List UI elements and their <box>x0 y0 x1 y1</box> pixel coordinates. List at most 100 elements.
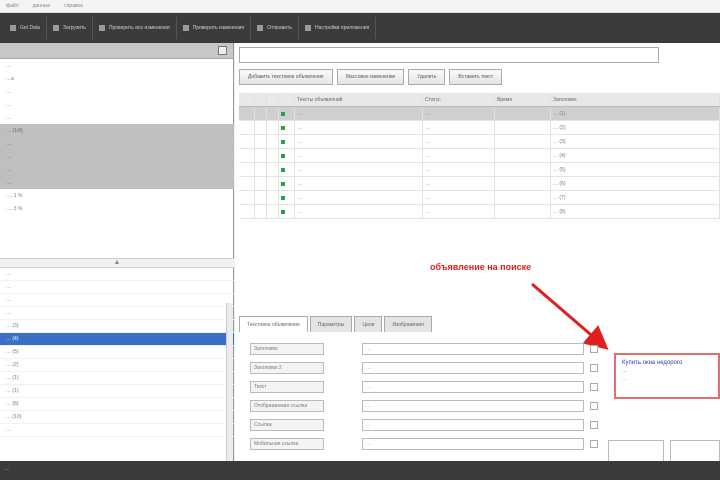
form-checkbox[interactable] <box>590 402 598 410</box>
grid-column-header[interactable] <box>267 93 279 106</box>
form-input[interactable]: … <box>362 419 584 431</box>
form-checkbox[interactable] <box>590 345 598 353</box>
grid-column-header[interactable]: Время <box>495 93 551 106</box>
ad-status-cell: … <box>423 135 495 148</box>
tab-item[interactable]: Изображения <box>384 316 432 332</box>
form-input[interactable]: … <box>362 400 584 412</box>
campaign-item[interactable]: … <box>0 281 234 294</box>
menu-item[interactable]: справка <box>64 3 83 9</box>
row-cell <box>239 107 255 120</box>
campaign-item[interactable]: … <box>0 424 234 437</box>
tree-item[interactable]: … <box>0 163 234 176</box>
grid-column-header[interactable]: Статус <box>423 93 495 106</box>
tree-item[interactable]: …a <box>0 72 234 85</box>
ad-time-cell <box>495 121 551 134</box>
grid-column-header[interactable]: Тексты объявлений <box>295 93 423 106</box>
status-cell <box>279 177 295 190</box>
form-input[interactable]: … <box>362 362 584 374</box>
tree-item[interactable]: … <box>0 176 234 189</box>
form-checkbox[interactable] <box>590 364 598 372</box>
tab-item[interactable]: Цели <box>354 316 383 332</box>
scrollbar[interactable] <box>226 303 233 461</box>
action-button[interactable]: Удалить <box>408 69 446 85</box>
row-cell <box>267 107 279 120</box>
status-dot-icon <box>281 209 285 214</box>
tab-item[interactable]: Параметры <box>309 316 353 332</box>
row-cell <box>267 149 279 162</box>
tree-item[interactable]: … <box>0 59 234 72</box>
form-input[interactable]: … <box>362 438 584 450</box>
toolbar-button[interactable]: Настройки приложения <box>299 17 377 39</box>
tree-item[interactable]: … <box>0 111 234 124</box>
tab-item[interactable]: Текстовое объявление <box>239 316 308 332</box>
campaign-item[interactable]: … <box>0 268 234 281</box>
form-input[interactable]: … <box>362 343 584 355</box>
tree-item[interactable]: … (1/4) <box>0 124 234 137</box>
toolbar-button[interactable]: Get Data <box>4 17 48 39</box>
toolbar-button[interactable]: Проверить все изменения <box>93 17 177 39</box>
form-checkbox[interactable] <box>590 440 598 448</box>
menu-item[interactable]: файл <box>6 3 19 9</box>
campaign-item[interactable]: … (4) <box>0 333 234 346</box>
tree-item[interactable]: …, 1 % <box>0 189 234 202</box>
action-button[interactable]: Массовое изменение <box>336 69 405 85</box>
grid-column-header[interactable]: Заголовок <box>551 93 720 106</box>
action-button[interactable]: Добавить текстовое объявление <box>239 69 333 85</box>
status-dot-icon <box>281 167 285 172</box>
table-row[interactable]: …… … (2) <box>239 121 720 135</box>
form-row: Отображаемая ссылка… <box>240 397 602 415</box>
row-cell <box>255 149 267 162</box>
close-icon[interactable] <box>218 46 227 55</box>
ad-name-cell: … <box>295 149 423 162</box>
row-cell <box>239 149 255 162</box>
form-label: Текст <box>250 381 324 393</box>
row-cell <box>255 191 267 204</box>
toolbar-icon <box>10 25 16 31</box>
campaign-item[interactable]: … (8) <box>0 398 234 411</box>
campaign-item[interactable]: … <box>0 307 234 320</box>
tree-item[interactable]: … <box>0 98 234 111</box>
table-row[interactable]: …… … (8) <box>239 205 720 219</box>
table-row[interactable]: …… … (5) <box>239 163 720 177</box>
action-button[interactable]: Вставить текст <box>449 69 503 85</box>
tree-item[interactable]: … <box>0 150 234 163</box>
mini-panel-right <box>670 440 720 462</box>
campaign-item[interactable]: … (1) <box>0 372 234 385</box>
form-input[interactable]: … <box>362 381 584 393</box>
panel-splitter[interactable]: ▲ <box>0 258 234 268</box>
ad-name-cell: … <box>295 177 423 190</box>
campaign-item[interactable]: … (3) <box>0 320 234 333</box>
toolbar-button[interactable]: Отправить <box>251 17 299 39</box>
form-checkbox[interactable] <box>590 421 598 429</box>
menu-item[interactable]: данные <box>33 3 51 9</box>
campaign-item[interactable]: … (5) <box>0 346 234 359</box>
campaign-item[interactable]: … <box>0 294 234 307</box>
table-row[interactable]: …… … (7) <box>239 191 720 205</box>
ad-name-cell: … <box>295 163 423 176</box>
tree-item[interactable]: …, 3 % <box>0 202 234 215</box>
table-row[interactable]: …… … (4) <box>239 149 720 163</box>
table-row[interactable]: …… … (1) <box>239 107 720 121</box>
form-checkbox[interactable] <box>590 383 598 391</box>
grid-column-header[interactable] <box>255 93 267 106</box>
status-cell <box>279 107 295 120</box>
toolbar-button[interactable]: Проверить изменения <box>177 17 252 39</box>
campaign-item[interactable]: … (10) <box>0 411 234 424</box>
tree-item[interactable]: … <box>0 85 234 98</box>
preview-text: … <box>622 376 627 382</box>
form-label: Ссылка <box>250 419 324 431</box>
tree-item[interactable]: … <box>0 137 234 150</box>
grid-column-header[interactable] <box>239 93 255 106</box>
table-row[interactable]: …… … (3) <box>239 135 720 149</box>
table-row[interactable]: …… … (6) <box>239 177 720 191</box>
ad-status-cell: … <box>423 107 495 120</box>
toolbar-button[interactable]: Загрузить <box>47 17 93 39</box>
preview-title[interactable]: Купить окна недорого <box>622 360 712 366</box>
status-cell <box>279 135 295 148</box>
search-input[interactable] <box>239 47 659 63</box>
row-cell <box>239 135 255 148</box>
campaign-item[interactable]: … (1) <box>0 385 234 398</box>
ad-time-cell <box>495 135 551 148</box>
campaign-item[interactable]: … (2) <box>0 359 234 372</box>
grid-column-header[interactable] <box>279 93 295 106</box>
